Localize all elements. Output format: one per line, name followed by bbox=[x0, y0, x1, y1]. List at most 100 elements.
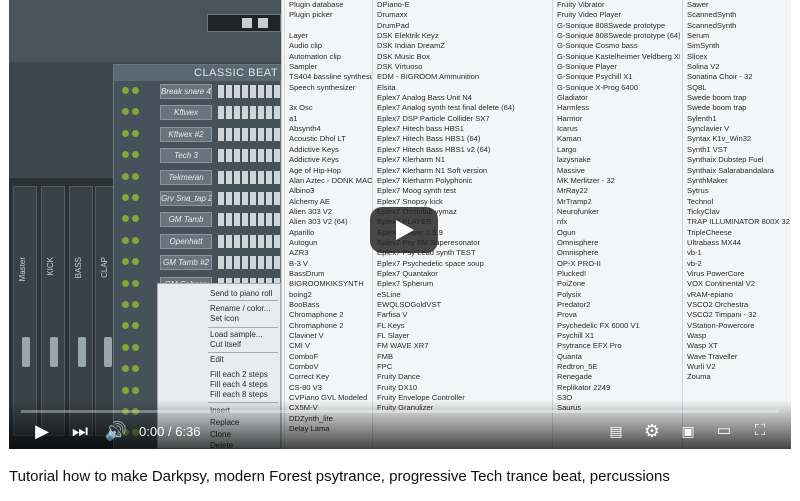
channel-row[interactable]: Break snare 4 bbox=[114, 81, 282, 102]
plugin-item[interactable]: FMB bbox=[373, 352, 550, 362]
plugin-item[interactable]: vb-1 bbox=[683, 248, 790, 258]
plugin-item[interactable]: EDM - BIGROOM Ammunition bbox=[373, 72, 550, 82]
volume-icon[interactable]: 🔊 bbox=[103, 419, 129, 443]
plugin-item[interactable]: Synth1 VST bbox=[683, 145, 790, 155]
channel-led[interactable] bbox=[132, 301, 139, 308]
plugin-item[interactable]: Sampler bbox=[285, 62, 372, 72]
plugin-item[interactable]: PoiZone bbox=[553, 279, 680, 289]
plugin-item[interactable]: lazysnake bbox=[553, 155, 680, 165]
plugin-item[interactable]: SynthMaker bbox=[683, 176, 790, 186]
channel-steps[interactable] bbox=[218, 85, 280, 98]
plugin-item[interactable]: DPiano-E bbox=[373, 0, 550, 10]
play-icon[interactable]: ▶ bbox=[29, 419, 55, 443]
plugin-item[interactable]: Synclavier V bbox=[683, 124, 790, 134]
plugin-item[interactable]: Wave Traveller bbox=[683, 352, 790, 362]
plugin-item[interactable]: Plugin picker bbox=[285, 10, 372, 20]
plugin-item[interactable]: Farfisa V bbox=[373, 310, 550, 320]
channel-led[interactable] bbox=[122, 194, 129, 201]
plugin-item[interactable]: Alan Aztec - DONK MACHINE 2 bbox=[285, 176, 372, 186]
channel-name[interactable]: GM Tamb #2 bbox=[160, 255, 212, 271]
plugin-item[interactable]: Sytrus bbox=[683, 186, 790, 196]
context-menu-item[interactable]: Send to piano roll bbox=[210, 289, 272, 298]
plugin-item[interactable]: Eplex7 Analog Bass Unit N4 bbox=[373, 93, 550, 103]
plugin-item[interactable]: BassDrum bbox=[285, 269, 372, 279]
plugin-item[interactable]: Speech synthesizer bbox=[285, 83, 372, 93]
plugin-item[interactable]: Eplex7 Spherum bbox=[373, 279, 550, 289]
plugin-item[interactable]: VSCO2 Timpani - 32 bbox=[683, 310, 790, 320]
plugin-item[interactable]: Eplex7 Hitech Bass HBS1 v2 (64) bbox=[373, 145, 550, 155]
channel-led[interactable] bbox=[132, 215, 139, 223]
channel-led[interactable] bbox=[132, 279, 139, 287]
plugin-item[interactable]: Plugin database bbox=[285, 0, 372, 10]
plugin-item[interactable]: Addictive Keys bbox=[285, 155, 372, 165]
channel-name[interactable]: Grv Sna_tap 20 bbox=[160, 191, 212, 206]
plugin-item[interactable]: Alien 303 V2 bbox=[285, 207, 372, 217]
plugin-item[interactable]: BooBass bbox=[285, 300, 372, 310]
channel-led[interactable] bbox=[122, 236, 129, 244]
context-menu-item[interactable]: Fill each 4 steps bbox=[210, 380, 268, 389]
plugin-item[interactable]: Autogun bbox=[285, 238, 372, 248]
channel-row[interactable]: Tekmeran bbox=[114, 167, 282, 188]
plugin-item[interactable]: Sawer bbox=[683, 0, 790, 10]
plugin-item[interactable]: Chromaphone 2 bbox=[285, 310, 372, 320]
plugin-item[interactable]: G-Sonique Cosmo bass bbox=[553, 41, 680, 51]
channel-name[interactable]: Tekmeran bbox=[160, 169, 212, 185]
plugin-item[interactable]: DrumPad bbox=[373, 21, 550, 31]
plugin-item[interactable]: ScannedSynth bbox=[683, 21, 790, 31]
plugin-item[interactable]: Age of Hip-Hop bbox=[285, 166, 372, 176]
plugin-item[interactable]: Alien 303 V2 (64) bbox=[285, 217, 372, 227]
context-menu-item[interactable]: Cut itself bbox=[210, 340, 241, 349]
plugin-item[interactable]: Eplex7 DSP Particle Collider SX7 bbox=[373, 114, 550, 124]
plugin-item[interactable]: Acoustic Dhol LT bbox=[285, 134, 372, 144]
channel-led[interactable] bbox=[122, 301, 129, 308]
plugin-item[interactable] bbox=[285, 21, 372, 31]
plugin-item[interactable]: SQ8L bbox=[683, 83, 790, 93]
plugin-item[interactable]: Synthaix Dubstep Fuel bbox=[683, 155, 790, 165]
progress-bar[interactable] bbox=[21, 410, 779, 413]
channel-led[interactable] bbox=[132, 365, 139, 373]
channel-row[interactable]: Grv Sna_tap 20 bbox=[114, 188, 282, 209]
plugin-item[interactable]: VStation-Powercore bbox=[683, 321, 790, 331]
plugin-item[interactable]: Sylenth1 bbox=[683, 114, 790, 124]
plugin-item[interactable]: Replikator 2249 bbox=[553, 383, 680, 393]
channel-led[interactable] bbox=[122, 129, 129, 137]
channel-led[interactable] bbox=[122, 279, 129, 287]
plugin-item[interactable]: Psytrance EFX Pro bbox=[553, 341, 680, 351]
plugin-item[interactable]: Synthaix Salarabandalara bbox=[683, 166, 790, 176]
plugin-item[interactable]: Quanta bbox=[553, 352, 680, 362]
plugin-item[interactable]: FPC bbox=[373, 362, 550, 372]
context-menu-item[interactable]: Rename / color... bbox=[210, 304, 270, 313]
plugin-item[interactable]: Fruity DX10 bbox=[373, 383, 550, 393]
channel-row[interactable]: GM Tamb bbox=[114, 209, 282, 230]
plugin-item[interactable]: Renegade bbox=[553, 372, 680, 382]
plugin-item[interactable]: G-Sonique Psychill X1 bbox=[553, 72, 680, 82]
plugin-item[interactable]: Layer bbox=[285, 31, 372, 41]
channel-led[interactable] bbox=[132, 108, 139, 116]
plugin-item[interactable]: DSK Elektrik Keyz bbox=[373, 31, 550, 41]
theater-icon[interactable]: ▭ bbox=[711, 419, 737, 443]
plugin-item[interactable]: FM WAVE XR7 bbox=[373, 341, 550, 351]
channel-led[interactable] bbox=[132, 258, 139, 266]
plugin-item[interactable]: Eplex7 Klerharm Polyphonic bbox=[373, 176, 550, 186]
channel-row[interactable]: Kftwex #2 bbox=[114, 124, 282, 145]
context-menu-item[interactable]: Edit bbox=[210, 355, 224, 364]
plugin-item[interactable]: Psychedelic FX 6000 V1 bbox=[553, 321, 680, 331]
plugin-item[interactable]: Virus PowerCore bbox=[683, 269, 790, 279]
plugin-item[interactable]: TripleCheese bbox=[683, 228, 790, 238]
plugin-item[interactable]: 3x Osc bbox=[285, 103, 372, 113]
plugin-item[interactable]: Ultrabass MX44 bbox=[683, 238, 790, 248]
channel-led[interactable] bbox=[122, 365, 129, 373]
channel-led[interactable] bbox=[132, 87, 139, 94]
channel-name[interactable]: Break snare 4 bbox=[160, 84, 212, 99]
plugin-item[interactable]: TickyClav bbox=[683, 207, 790, 217]
plugin-item[interactable]: Gladiator bbox=[553, 93, 680, 103]
subtitles-icon[interactable]: ▤ bbox=[603, 419, 629, 443]
plugin-item[interactable]: Serum bbox=[683, 31, 790, 41]
plugin-item[interactable]: Redtron_5E bbox=[553, 362, 680, 372]
channel-steps[interactable] bbox=[218, 256, 280, 270]
plugin-item[interactable]: Eplex7 Hitech Bass HBS1 (64) bbox=[373, 134, 550, 144]
plugin-item[interactable]: Fruity Dance bbox=[373, 372, 550, 382]
plugin-item[interactable]: Plucked! bbox=[553, 269, 680, 279]
plugin-item[interactable]: Eplex7 Klerharm N1 bbox=[373, 155, 550, 165]
channel-steps[interactable] bbox=[218, 127, 280, 141]
